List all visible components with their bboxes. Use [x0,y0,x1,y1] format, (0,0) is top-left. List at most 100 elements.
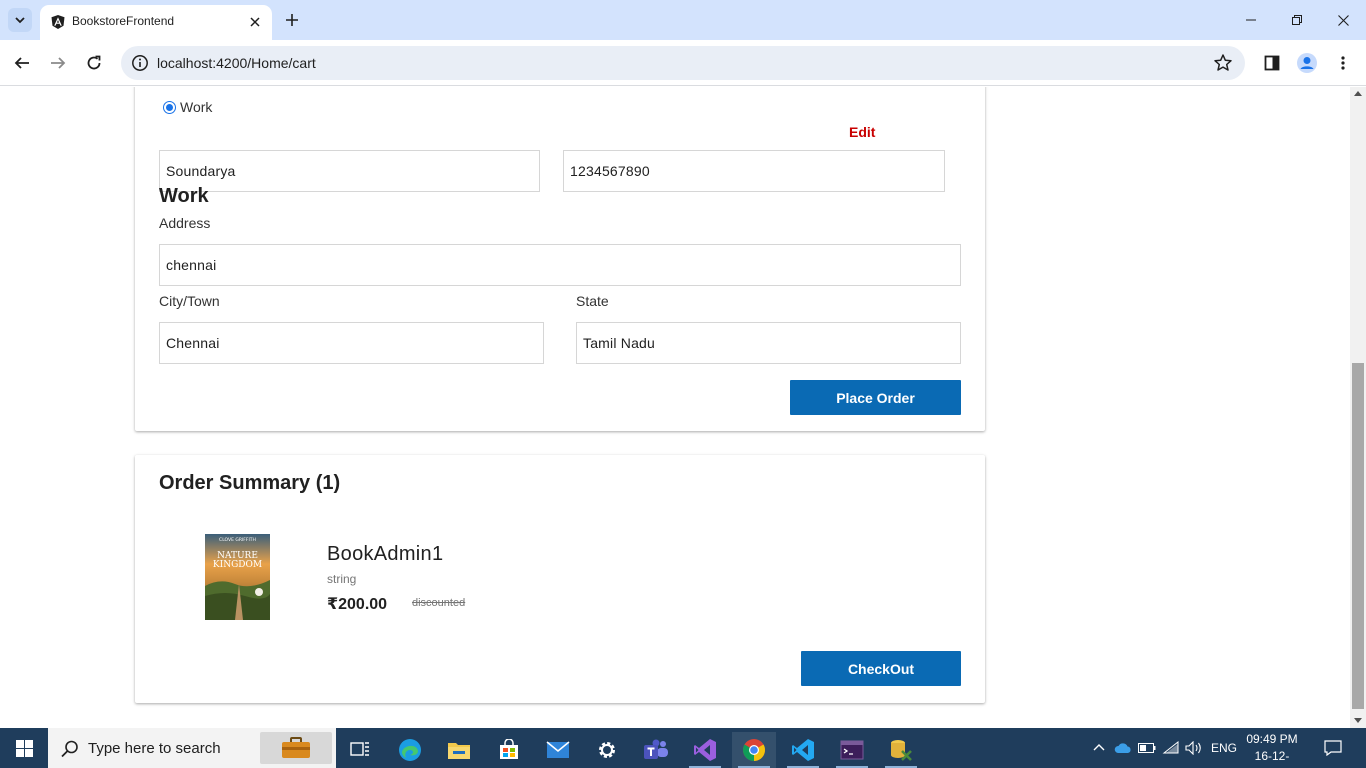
side-panel-button[interactable] [1259,50,1285,76]
gear-icon [599,742,615,758]
taskbar-store[interactable] [487,732,531,768]
taskbar-mail[interactable] [536,732,580,768]
back-button[interactable] [9,50,35,76]
taskbar-visual-studio[interactable] [683,732,727,768]
city-field[interactable]: Chennai [159,322,544,364]
reload-button[interactable] [81,50,107,76]
reload-icon [87,55,101,70]
book-cover-title-line2: KINGDOM [213,560,262,570]
folder-icon [448,743,470,759]
terminal-icon [840,740,864,760]
clock-date: 16-12-2023 [1254,749,1290,768]
store-icon [500,739,518,759]
phone-field[interactable]: 1234567890 [563,150,945,192]
minimize-button[interactable] [1228,0,1274,40]
scroll-down-arrow-icon[interactable] [1354,718,1362,723]
taskbar-teams[interactable] [634,732,678,768]
url-text[interactable]: localhost:4200/Home/cart [157,55,316,71]
book-author: string [327,572,357,586]
arrow-right-icon [51,57,66,69]
close-window-button[interactable] [1320,0,1366,40]
name-field[interactable]: Soundarya [159,150,540,192]
star-icon[interactable] [1213,53,1233,73]
chevron-up-icon [1093,744,1105,751]
tray-overflow-button[interactable] [1088,728,1110,768]
address-label: Address [159,215,211,231]
menu-button[interactable] [1330,50,1356,76]
windows-icon [15,739,33,757]
search-icon [61,740,78,758]
book-cover-image[interactable]: CLOVE GRIFFITH NATURE KINGDOM [205,534,270,620]
side-panel-icon [1264,55,1280,71]
search-placeholder[interactable]: Type here to search [88,740,221,757]
radio-dot [166,103,173,111]
state-field[interactable]: Tamil Nadu [576,322,961,364]
radio-button[interactable] [163,100,176,114]
tab-search-button[interactable] [8,8,32,32]
task-view-icon [350,742,369,756]
restore-icon [1292,15,1302,25]
taskbar-edge[interactable] [388,732,432,768]
info-icon[interactable] [131,54,149,72]
database-tools-icon [891,740,912,761]
forward-button[interactable] [45,50,71,76]
restore-button[interactable] [1274,0,1320,40]
place-order-button[interactable]: Place Order [790,380,961,415]
tray-notifications[interactable] [1320,728,1346,768]
angular-icon [51,15,65,29]
book-cover-author: CLOVE GRIFFITH [219,537,256,543]
tray-language[interactable]: ENG [1207,728,1241,768]
browser-tabstrip: BookstoreFrontend [0,0,1366,40]
taskbar-chrome[interactable] [732,732,776,768]
page-scrollbar[interactable] [1350,87,1366,728]
browser-toolbar: localhost:4200/Home/cart [0,40,1366,86]
taskbar-terminal[interactable] [830,732,874,768]
plus-icon [286,14,298,26]
scrollbar-thumb[interactable] [1352,363,1364,709]
profile-button[interactable] [1294,50,1320,76]
tray-network[interactable] [1160,728,1182,768]
radio-label[interactable]: Work [180,99,212,115]
address-type-radio[interactable]: Work [163,99,212,115]
battery-icon [1138,743,1156,753]
mail-icon [546,741,570,758]
briefcase-icon [282,737,310,758]
start-button[interactable] [0,728,48,768]
wifi-icon [1162,741,1179,754]
new-tab-button[interactable] [280,8,304,32]
tray-volume[interactable] [1183,728,1205,768]
address-bar[interactable]: localhost:4200/Home/cart [121,46,1245,80]
tab-close-button[interactable] [246,13,264,31]
taskbar-settings[interactable] [585,732,629,768]
taskbar-sql-tool[interactable] [879,732,923,768]
address-field[interactable]: chennai [159,244,961,286]
tab-bookstore[interactable]: BookstoreFrontend [40,5,272,40]
book-title: BookAdmin1 [327,543,444,565]
vscode-icon [792,739,814,761]
search-highlight-badge[interactable] [260,732,332,764]
taskbar-file-explorer[interactable] [437,732,481,768]
checkout-button[interactable]: CheckOut [801,651,961,686]
taskbar: Type here to search ENG 09:49 PM 16-12- [0,728,1366,768]
order-summary-title: Order Summary (1) [159,472,341,494]
tray-onedrive[interactable] [1112,728,1134,768]
tray-battery[interactable] [1136,728,1158,768]
edit-link[interactable]: Edit [849,124,875,140]
edge-icon [399,739,421,761]
task-view-button[interactable] [338,732,382,768]
teams-icon [644,739,668,759]
book-discount: discounted [412,597,466,609]
visual-studio-icon [694,739,716,761]
address-card: Work Edit Soundarya 1234567890 Work Addr… [135,87,985,431]
scroll-up-arrow-icon[interactable] [1354,91,1362,96]
avatar-icon [1297,53,1317,73]
tab-title: BookstoreFrontend [72,14,175,28]
arrow-left-icon [14,57,29,69]
close-icon [1337,14,1349,26]
taskbar-clock[interactable]: 09:49 PM 16-12-2023 [1242,731,1302,768]
taskbar-vscode[interactable] [781,732,825,768]
order-summary-card: Order Summary (1) CLOVE GRIFFITH NATURE … [135,455,985,703]
taskbar-search[interactable]: Type here to search [48,728,336,768]
more-vertical-icon [1341,56,1345,70]
cloud-icon [1114,743,1131,753]
